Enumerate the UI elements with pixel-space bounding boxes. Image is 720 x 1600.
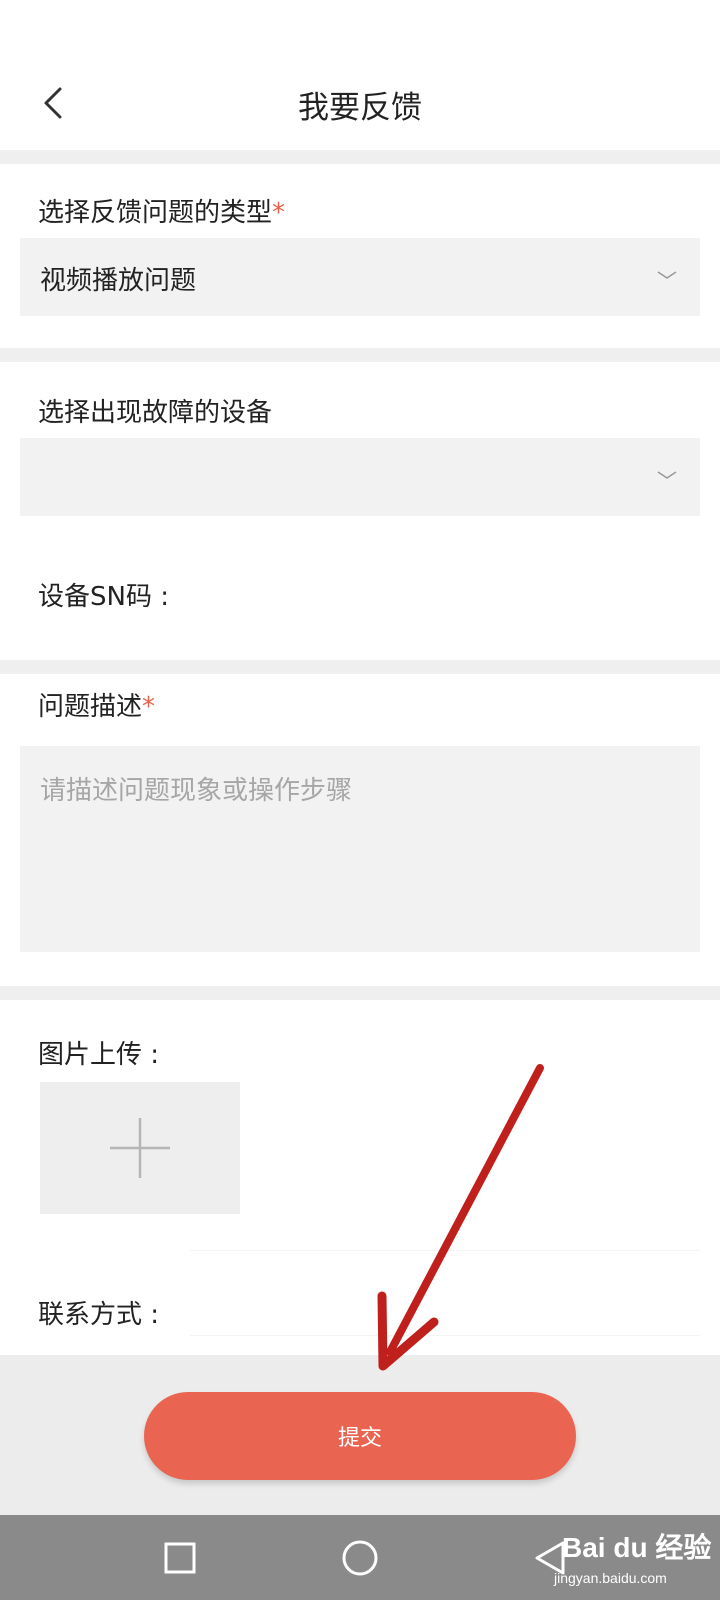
feedback-type-select[interactable]: 视频播放问题 (20, 238, 700, 316)
nav-home-icon (342, 1540, 378, 1576)
description-label: 问题描述* (38, 692, 156, 722)
description-textarea[interactable] (20, 746, 700, 952)
watermark-url: jingyan.baidu.com (554, 1570, 667, 1586)
nav-recent-icon (164, 1542, 196, 1574)
contact-label: 联系方式 : (38, 1300, 160, 1330)
plus-icon (110, 1118, 170, 1178)
page-title: 我要反馈 (298, 90, 422, 126)
section-divider (0, 348, 720, 362)
nav-home-button[interactable] (330, 1529, 390, 1587)
chevron-down-icon (657, 471, 677, 479)
contact-input[interactable] (190, 1250, 700, 1336)
section-divider (0, 660, 720, 674)
feedback-type-label: 选择反馈问题的类型* (38, 198, 286, 228)
nav-recent-button[interactable] (150, 1529, 210, 1587)
top-bar: 我要反馈 (0, 0, 720, 150)
submit-button[interactable]: 提交 (144, 1392, 576, 1480)
add-image-button[interactable] (40, 1082, 240, 1214)
image-upload-label: 图片上传 : (38, 1040, 160, 1070)
baidu-jingyan-watermark: Bai du 经验 jingyan.baidu.com (548, 1522, 720, 1598)
feedback-type-value: 视频播放问题 (40, 266, 197, 296)
device-sn-label: 设备SN码 : (38, 582, 169, 612)
device-select-label: 选择出现故障的设备 (38, 398, 273, 428)
section-divider (0, 150, 720, 164)
device-select[interactable] (20, 438, 700, 516)
chevron-down-icon (657, 271, 677, 279)
required-mark: * (272, 198, 286, 228)
section-divider (0, 986, 720, 1000)
watermark-brand: Bai du 经验 (562, 1532, 712, 1563)
required-mark: * (142, 692, 156, 722)
